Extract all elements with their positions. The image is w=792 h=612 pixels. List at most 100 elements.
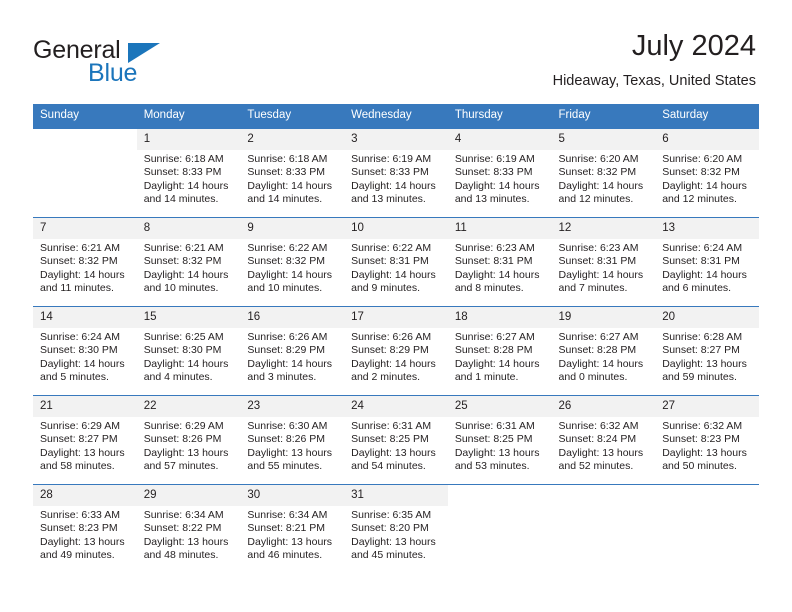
daylight-text: and 14 minutes. bbox=[247, 193, 323, 206]
day-details: Sunrise: 6:32 AM Sunset: 8:24 PM Daylight:… bbox=[552, 417, 656, 474]
page-title: July 2024 bbox=[631, 30, 756, 62]
day-details: Sunrise: 6:32 AM Sunset: 8:23 PM Daylight:… bbox=[655, 417, 759, 474]
daylight-text: and 10 minutes. bbox=[247, 282, 323, 295]
calendar-day-cell[interactable]: 31 Sunrise: 6:35 AM Sunset: 8:20 PM Dayligh… bbox=[344, 484, 448, 574]
sunrise-text: Sunrise: 6:35 AM bbox=[351, 509, 432, 521]
daylight-text: and 6 minutes. bbox=[662, 282, 732, 295]
daylight-text: Daylight: 13 hours bbox=[558, 446, 644, 459]
sunrise-text: Sunrise: 6:28 AM bbox=[662, 331, 743, 343]
day-details: Sunrise: 6:30 AM Sunset: 8:26 PM Daylight:… bbox=[240, 417, 344, 474]
calendar-day-cell[interactable]: 22 Sunrise: 6:29 AM Sunset: 8:26 PM Dayligh… bbox=[136, 395, 241, 485]
sunrise-text: Sunrise: 6:22 AM bbox=[351, 242, 432, 254]
sunset-text: Sunset: 8:31 PM bbox=[662, 255, 740, 268]
daylight-text: and 53 minutes. bbox=[454, 460, 530, 473]
daylight-text: Daylight: 14 hours bbox=[247, 357, 333, 370]
calendar-day-cell[interactable]: 26 Sunrise: 6:32 AM Sunset: 8:24 PM Dayligh… bbox=[551, 395, 656, 485]
general-blue-logo[interactable]: General Blue bbox=[33, 36, 223, 90]
sunrise-text: Sunrise: 6:29 AM bbox=[143, 420, 224, 432]
calendar-day-cell[interactable]: 21 Sunrise: 6:29 AM Sunset: 8:27 PM Dayligh… bbox=[33, 395, 137, 485]
calendar-day-cell[interactable]: 3 Sunrise: 6:19 AM Sunset: 8:33 PM Daylight… bbox=[344, 128, 448, 218]
calendar-day-cell[interactable]: 15 Sunrise: 6:25 AM Sunset: 8:30 PM Dayligh… bbox=[136, 306, 241, 396]
calendar-day-cell[interactable]: 2 Sunrise: 6:18 AM Sunset: 8:33 PM Daylight… bbox=[240, 128, 345, 218]
weekday-header-thursday: Thursday bbox=[447, 104, 552, 129]
calendar-header-row: Sunday Monday Tuesday Wednesday Thursday Frid… bbox=[33, 104, 759, 129]
page-header: General Blue July 2024 Hideaway, Texas, … bbox=[0, 0, 792, 104]
sunrise-text: Sunrise: 6:20 AM bbox=[662, 153, 743, 165]
title-block: July 2024 Hideaway, Texas, United States bbox=[553, 28, 756, 90]
calendar-day-cell[interactable]: 24 Sunrise: 6:31 AM Sunset: 8:25 PM Dayligh… bbox=[344, 395, 448, 485]
calendar-day-cell[interactable]: 28 Sunrise: 6:33 AM Sunset: 8:23 PM Dayligh… bbox=[33, 484, 137, 574]
day-number: 7 bbox=[33, 218, 137, 239]
day-number: 16 bbox=[240, 307, 345, 328]
day-details: Sunrise: 6:19 AM Sunset: 8:33 PM Daylight:… bbox=[344, 150, 448, 207]
daylight-text: Daylight: 13 hours bbox=[40, 446, 125, 459]
day-number: 31 bbox=[344, 485, 448, 506]
sunset-text: Sunset: 8:30 PM bbox=[40, 344, 118, 357]
sunset-text: Sunset: 8:23 PM bbox=[662, 433, 740, 446]
sunrise-text: Sunrise: 6:30 AM bbox=[247, 420, 328, 432]
daylight-text: Daylight: 13 hours bbox=[143, 535, 229, 548]
calendar-day-cell[interactable]: 8 Sunrise: 6:21 AM Sunset: 8:32 PM Daylight… bbox=[136, 217, 241, 307]
sunrise-text: Sunrise: 6:18 AM bbox=[247, 153, 328, 165]
calendar-day-cell[interactable]: 6 Sunrise: 6:20 AM Sunset: 8:32 PM Daylight… bbox=[655, 128, 759, 218]
calendar-day-cell[interactable]: 23 Sunrise: 6:30 AM Sunset: 8:26 PM Dayligh… bbox=[240, 395, 345, 485]
daylight-text: Daylight: 14 hours bbox=[143, 268, 229, 281]
sunrise-text: Sunrise: 6:24 AM bbox=[662, 242, 743, 254]
daylight-text: Daylight: 13 hours bbox=[662, 357, 747, 370]
calendar-day-cell[interactable]: 27 Sunrise: 6:32 AM Sunset: 8:23 PM Dayligh… bbox=[655, 395, 759, 485]
sunrise-text: Sunrise: 6:21 AM bbox=[143, 242, 224, 254]
calendar-day-cell[interactable]: 13 Sunrise: 6:24 AM Sunset: 8:31 PM Dayligh… bbox=[655, 217, 759, 307]
calendar-day-cell[interactable]: 19 Sunrise: 6:27 AM Sunset: 8:28 PM Dayligh… bbox=[551, 306, 656, 396]
day-number: 3 bbox=[344, 129, 448, 150]
sunset-text: Sunset: 8:32 PM bbox=[143, 255, 222, 268]
calendar-day-cell[interactable]: 29 Sunrise: 6:34 AM Sunset: 8:22 PM Dayligh… bbox=[136, 484, 241, 574]
calendar-body: 1 Sunrise: 6:18 AM Sunset: 8:33 PM Daylight… bbox=[33, 128, 759, 574]
calendar-day-cell[interactable]: 10 Sunrise: 6:22 AM Sunset: 8:31 PM Dayligh… bbox=[344, 217, 448, 307]
daylight-text: Daylight: 13 hours bbox=[40, 535, 125, 548]
calendar-day-cell[interactable]: 4 Sunrise: 6:19 AM Sunset: 8:33 PM Daylight… bbox=[447, 128, 552, 218]
sunset-text: Sunset: 8:27 PM bbox=[662, 344, 740, 357]
day-number: 30 bbox=[240, 485, 345, 506]
day-details: Sunrise: 6:29 AM Sunset: 8:26 PM Daylight:… bbox=[137, 417, 241, 474]
daylight-text: Daylight: 13 hours bbox=[247, 446, 333, 459]
sunrise-text: Sunrise: 6:26 AM bbox=[351, 331, 432, 343]
calendar-day-cell[interactable]: 9 Sunrise: 6:22 AM Sunset: 8:32 PM Daylight… bbox=[240, 217, 345, 307]
calendar-day-cell[interactable]: 25 Sunrise: 6:31 AM Sunset: 8:25 PM Dayligh… bbox=[447, 395, 552, 485]
calendar-day-cell[interactable]: 5 Sunrise: 6:20 AM Sunset: 8:32 PM Daylight… bbox=[551, 128, 656, 218]
sunset-text: Sunset: 8:33 PM bbox=[454, 166, 533, 179]
day-number: 25 bbox=[447, 396, 552, 417]
sunset-text: Sunset: 8:28 PM bbox=[454, 344, 533, 357]
day-number: 27 bbox=[655, 396, 759, 417]
calendar-day-cell[interactable]: 16 Sunrise: 6:26 AM Sunset: 8:29 PM Dayligh… bbox=[240, 306, 345, 396]
day-details: Sunrise: 6:18 AM Sunset: 8:33 PM Daylight:… bbox=[240, 150, 344, 207]
sunset-text: Sunset: 8:27 PM bbox=[40, 433, 118, 446]
calendar-day-cell[interactable]: 20 Sunrise: 6:28 AM Sunset: 8:27 PM Dayligh… bbox=[655, 306, 759, 396]
calendar-day-cell[interactable]: 7 Sunrise: 6:21 AM Sunset: 8:32 PM Daylight… bbox=[33, 217, 137, 307]
calendar-day-cell[interactable]: 30 Sunrise: 6:34 AM Sunset: 8:21 PM Dayligh… bbox=[240, 484, 345, 574]
daylight-text: and 1 minute. bbox=[454, 371, 519, 384]
calendar-day-cell[interactable]: 18 Sunrise: 6:27 AM Sunset: 8:28 PM Dayligh… bbox=[447, 306, 552, 396]
daylight-text: and 4 minutes. bbox=[143, 371, 213, 384]
sunset-text: Sunset: 8:28 PM bbox=[558, 344, 637, 357]
sunset-text: Sunset: 8:30 PM bbox=[143, 344, 222, 357]
calendar-day-cell[interactable]: 11 Sunrise: 6:23 AM Sunset: 8:31 PM Dayligh… bbox=[447, 217, 552, 307]
calendar-day-cell[interactable]: 17 Sunrise: 6:26 AM Sunset: 8:29 PM Dayligh… bbox=[344, 306, 448, 396]
daylight-text: Daylight: 14 hours bbox=[558, 357, 644, 370]
day-number: 10 bbox=[344, 218, 448, 239]
weekday-header-monday: Monday bbox=[136, 104, 241, 129]
daylight-text: and 11 minutes. bbox=[40, 282, 114, 295]
day-details: Sunrise: 6:22 AM Sunset: 8:31 PM Daylight:… bbox=[344, 239, 448, 296]
sunrise-text: Sunrise: 6:32 AM bbox=[662, 420, 743, 432]
calendar-day-cell[interactable]: 1 Sunrise: 6:18 AM Sunset: 8:33 PM Daylight… bbox=[136, 128, 241, 218]
daylight-text: Daylight: 13 hours bbox=[247, 535, 333, 548]
page-subtitle: Hideaway, Texas, United States bbox=[552, 73, 756, 89]
daylight-text: and 0 minutes. bbox=[558, 371, 628, 384]
sunset-text: Sunset: 8:33 PM bbox=[247, 166, 326, 179]
daylight-text: and 13 minutes. bbox=[454, 193, 530, 206]
calendar-week-row: 28 Sunrise: 6:33 AM Sunset: 8:23 PM Dayligh… bbox=[33, 484, 759, 574]
day-details: Sunrise: 6:35 AM Sunset: 8:20 PM Daylight:… bbox=[344, 506, 448, 563]
day-details: Sunrise: 6:24 AM Sunset: 8:30 PM Daylight:… bbox=[33, 328, 137, 385]
calendar-day-cell[interactable]: 14 Sunrise: 6:24 AM Sunset: 8:30 PM Dayligh… bbox=[33, 306, 137, 396]
calendar-day-cell[interactable]: 12 Sunrise: 6:23 AM Sunset: 8:31 PM Dayligh… bbox=[551, 217, 656, 307]
day-details: Sunrise: 6:23 AM Sunset: 8:31 PM Daylight:… bbox=[448, 239, 552, 296]
